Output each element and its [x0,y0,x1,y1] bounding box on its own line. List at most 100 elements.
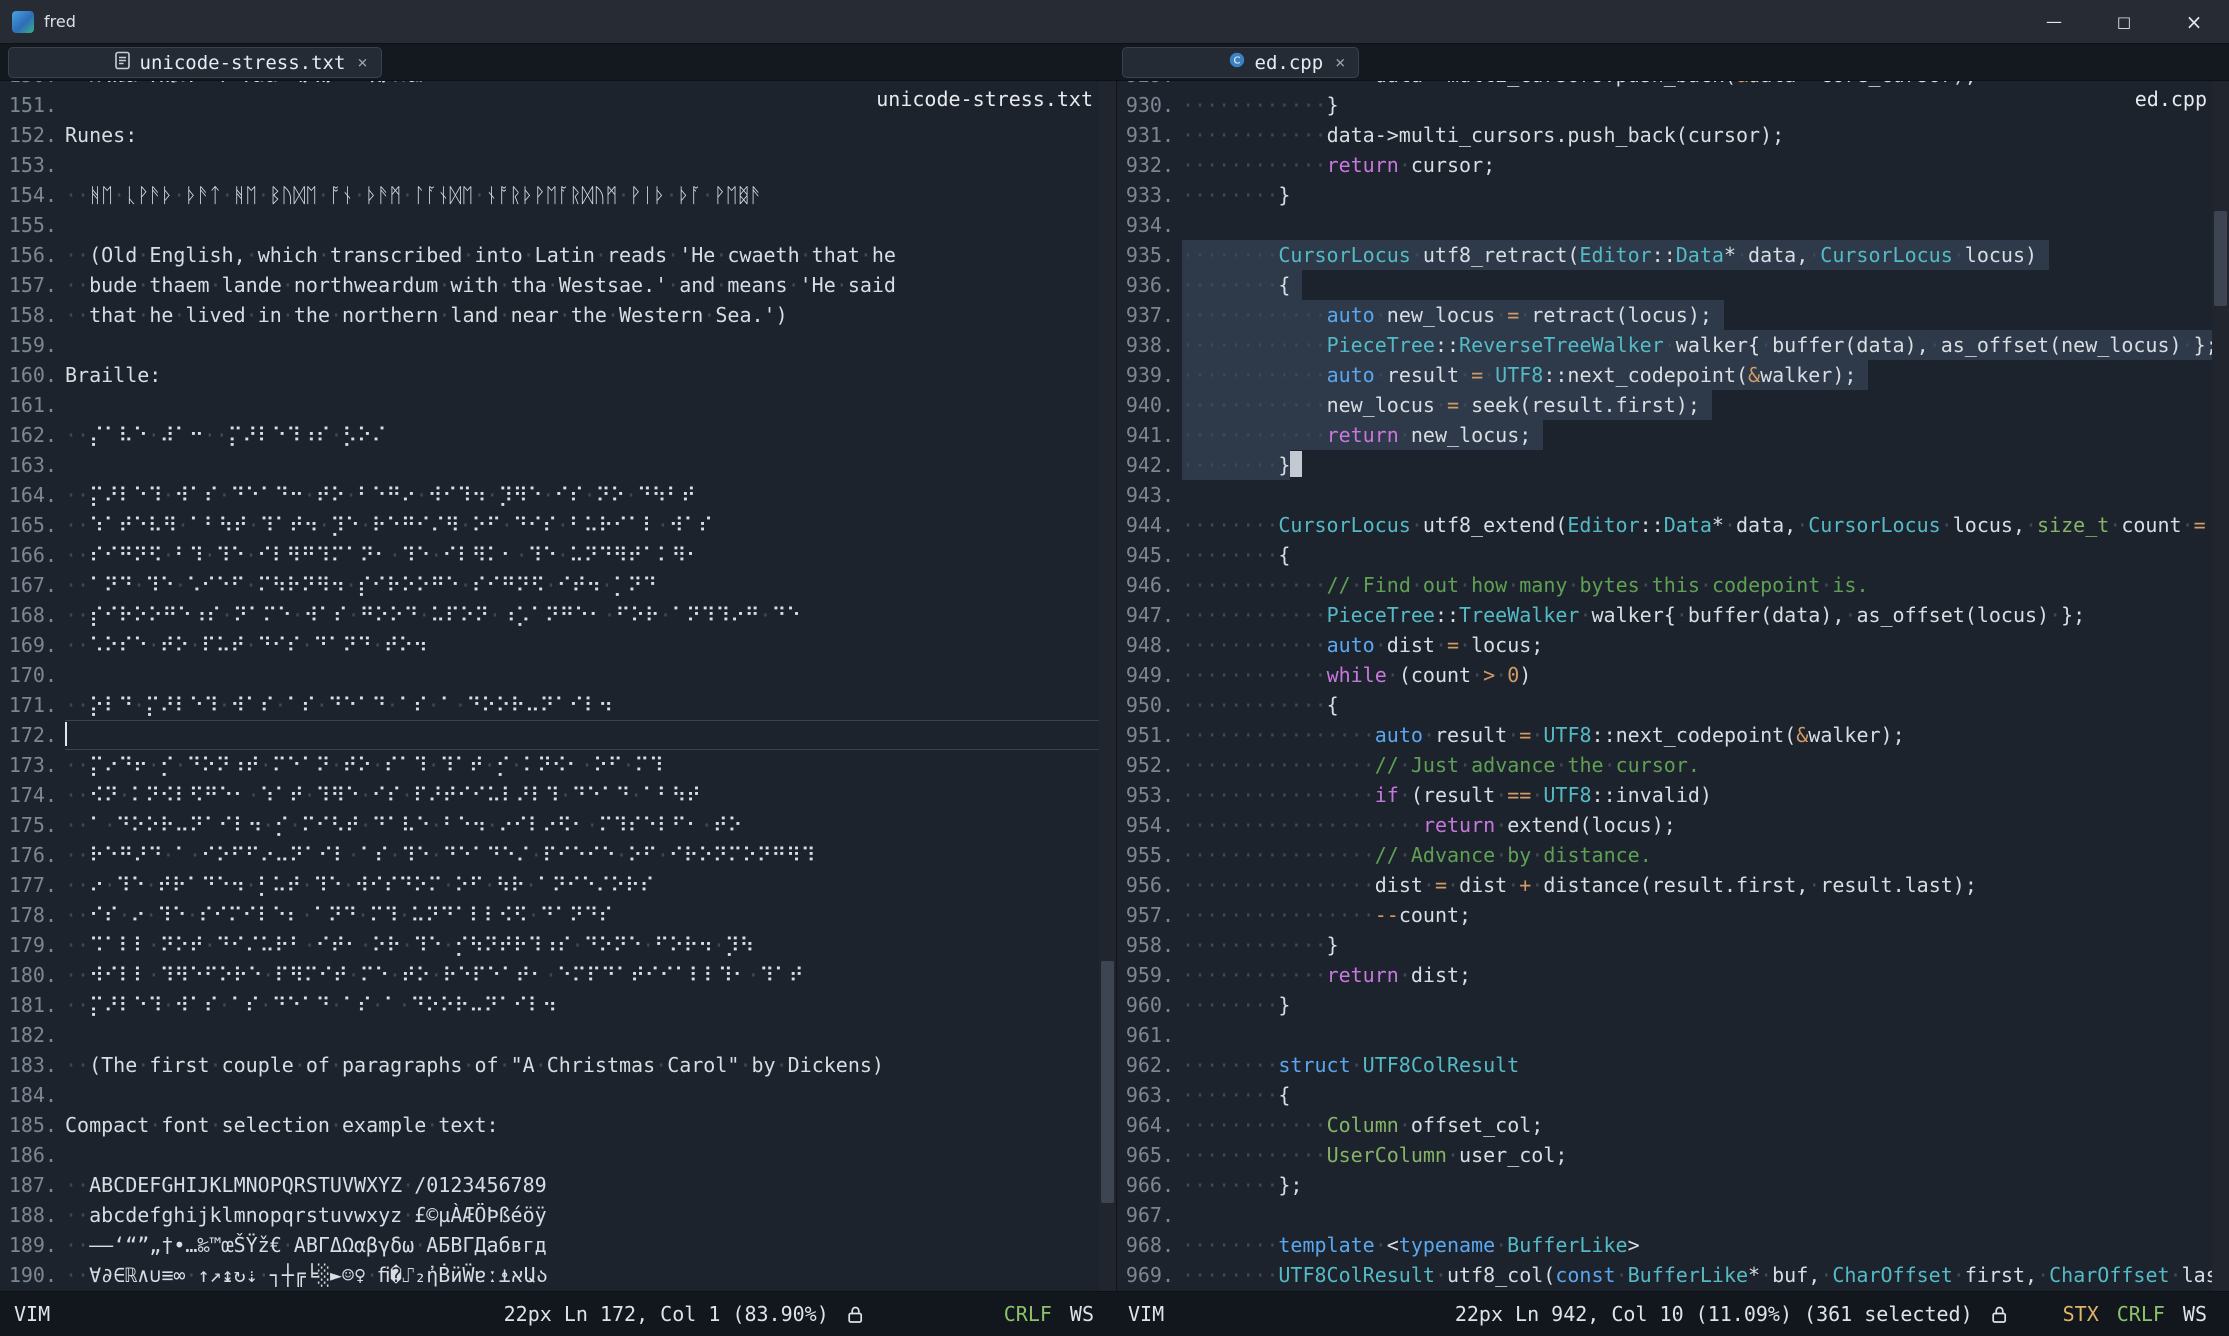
editor-line[interactable]: 165.··⠱⠁⠞⠑⠧⠻·⠁⠃⠳⠞·⠹⠁⠞⠲·⡹⠑·⠗⠑⠛⠊⠌⠻·⠕⠋·⠙⠊⠎·… [0,510,1099,540]
editor-line[interactable]: 942.········} [1117,450,2213,480]
right-editor-pane[interactable]: 929.················data->multi_cursors.… [1116,81,2213,1291]
editor-line[interactable]: 947.············PieceTree::TreeWalker·wa… [1117,600,2213,630]
editor-line[interactable]: 943. [1117,480,2213,510]
editor-line[interactable]: 182. [0,1020,1099,1050]
editor-line[interactable]: 953.················if·(result·==·UTF8::… [1117,780,2213,810]
close-button[interactable]: × [2159,0,2229,44]
editor-line[interactable]: 170. [0,660,1099,690]
editor-line[interactable]: 155. [0,210,1099,240]
editor-line[interactable]: 959.············return·dist; [1117,960,2213,990]
editor-line[interactable]: 941.············return·new_locus; [1117,420,2213,450]
editor-line[interactable]: 961. [1117,1020,2213,1050]
editor-line[interactable]: 181.··⡍⠜⠇⠑⠹·⠺⠁⠎·⠁⠎·⠙⠑⠁⠙·⠁⠎·⠁·⠙⠕⠕⠗⠤⠝⠁⠊⠇⠲ [0,990,1099,1020]
editor-line[interactable]: 937.············auto·new_locus·=·retract… [1117,300,2213,330]
editor-line[interactable]: 950.············{ [1117,690,2213,720]
editor-line[interactable]: 160.Braille: [0,360,1099,390]
editor-line[interactable]: 180.··⠺⠊⠇⠇·⠹⠻⠑⠋⠕⠗⠑·⠏⠻⠍⠊⠞·⠍⠑·⠞⠕·⠗⠑⠏⠑⠁⠞⠂·⠑… [0,960,1099,990]
editor-line[interactable]: 188.··abcdefghijklmnopqrstuvwxyz·£©µÀÆÖÞ… [0,1200,1099,1230]
editor-line[interactable]: 179.··⠩⠁⠇⠇·⠝⠕⠞·⠙⠊⠌⠥⠗⠃·⠊⠞⠂·⠕⠗·⠹⠑·⡊⠳⠝⠞⠗⠹⠰⠎… [0,930,1099,960]
editor-line[interactable]: 169.··⠡⠕⠎⠑·⠞⠕·⠏⠥⠞·⠙⠊⠎·⠙⠁⠝⠙·⠞⠕⠲ [0,630,1099,660]
editor-line[interactable]: 183.··(The·first·couple·of·paragraphs·of… [0,1050,1099,1080]
editor-line[interactable]: 958.············} [1117,930,2213,960]
editor-line[interactable]: 968.········template·<typename·BufferLik… [1117,1230,2213,1260]
left-scrollbar-thumb[interactable] [1101,961,1114,1203]
editor-line[interactable]: 954.····················return·extend(lo… [1117,810,2213,840]
editor-line[interactable]: 938.············PieceTree::ReverseTreeWa… [1117,330,2213,360]
editor-line[interactable]: 944.········CursorLocus·utf8_extend(Edit… [1117,510,2213,540]
editor-line[interactable]: 957.················--count; [1117,900,2213,930]
editor-line[interactable]: 964.············Column·offset_col; [1117,1110,2213,1140]
editor-line[interactable]: 178.··⠊⠎·⠔·⠹⠑·⠎⠊⠍⠊⠇⠑⠆·⠁⠝⠙·⠍⠹·⠥⠝⠙⠁⠇⠇⠪⠫·⠙⠁… [0,900,1099,930]
right-scrollbar-thumb[interactable] [2214,211,2227,306]
tab-close-icon[interactable]: × [1335,53,1345,73]
editor-line[interactable]: 933.········} [1117,180,2213,210]
tab-unicode-stress-txt[interactable]: unicode-stress.txt × [8,47,382,78]
tab-ed-cpp[interactable]: C ed.cpp × [1122,47,1359,78]
editor-line[interactable]: 952.················//·Just·advance·the·… [1117,750,2213,780]
editor-line[interactable]: 176.··⠗⠑⠛⠜⠙·⠁·⠊⠕⠋⠋⠔⠤⠝⠁⠊⠇·⠁⠎·⠹⠑·⠙⠑⠁⠙⠑⠌·⠏⠊… [0,840,1099,870]
editor-line[interactable]: 168.··⡎⠊⠗⠕⠕⠛⠑⠰⠎·⠝⠁⠍⠑·⠺⠁⠎·⠛⠕⠕⠙·⠥⠏⠕⠝·⠰⡡⠁⠝⠛… [0,600,1099,630]
editor-line[interactable]: 948.············auto·dist·=·locus; [1117,630,2213,660]
right-scrollbar[interactable] [2212,81,2229,1291]
editor-line[interactable]: 969.········UTF8ColResult·utf8_col(const… [1117,1260,2213,1290]
eol-indicator[interactable]: CRLF [1004,1302,1052,1326]
editor-line[interactable]: 175.··⠁·⠙⠕⠕⠗⠤⠝⠁⠊⠇⠲·⡊·⠍⠊⠣⠞·⠙⠁⠧⠑·⠃⠑⠲·⠔⠊⠇⠔⠫… [0,810,1099,840]
stx-indicator[interactable]: STX [2063,1302,2099,1326]
editor-line[interactable]: 161. [0,390,1099,420]
editor-line[interactable]: 162.··⡌⠁⠧⠑·⠼⠁⠒··⡍⠜⠇⠑⠹⠰⠎·⡣⠕⠌ [0,420,1099,450]
editor-line[interactable]: 174.··⠪⠝·⠅⠝⠪⠇⠫⠛⠑⠂·⠱⠁⠞·⠹⠻⠑·⠊⠎·⠏⠜⠞⠊⠊⠥⠇⠜⠇⠹·… [0,780,1099,810]
tab-close-icon[interactable]: × [357,53,367,73]
eol-indicator[interactable]: CRLF [2117,1302,2165,1326]
editor-line[interactable]: 966.········}; [1117,1170,2213,1200]
editor-line[interactable]: 163. [0,450,1099,480]
editor-line[interactable]: 965.············UserColumn·user_col; [1117,1140,2213,1170]
left-scrollbar[interactable] [1099,81,1116,1291]
editor-line[interactable]: 154.··ᚻᛖ·ᚳᚹᚫᚦ·ᚦᚫᛏ·ᚻᛖ·ᛒᚢᛞᛖ·ᚩᚾ·ᚦᚫᛗ·ᛚᚪᚾᛞᛖ·ᚾ… [0,180,1099,210]
editor-line[interactable]: 951.················auto·result·=·UTF8::… [1117,720,2213,750]
editor-line[interactable]: 932.············return·cursor; [1117,150,2213,180]
editor-line[interactable]: 956.················dist·=·dist·+·distan… [1117,870,2213,900]
editor-line[interactable]: 152.Runes: [0,120,1099,150]
editor-line[interactable]: 166.··⠎⠊⠛⠝⠫·⠃⠹·⠹⠑·⠊⠇⠻⠛⠹⠍⠁⠝⠂·⠹⠑·⠊⠇⠻⠅⠂·⠹⠑·… [0,540,1099,570]
editor-line[interactable]: 936.········{ [1117,270,2213,300]
editor-line[interactable]: 158.··that·he·lived·in·the·northern·land… [0,300,1099,330]
editor-line[interactable]: 929.················data->multi_cursors.… [1117,81,2213,90]
editor-line[interactable]: 187.··ABCDEFGHIJKLMNOPQRSTUVWXYZ·/012345… [0,1170,1099,1200]
editor-line[interactable]: 934. [1117,210,2213,240]
editor-line[interactable]: 190.··∀∂∈ℝ∧∪≡∞·↑↗↨↻⇣·┐┼╔╘░►☺♀·ﬁ�⑀₂ἠḂӥẄɐː… [0,1260,1099,1290]
whitespace-indicator[interactable]: WS [2183,1302,2207,1326]
editor-line[interactable]: 931.············data->multi_cursors.push… [1117,120,2213,150]
editor-line[interactable]: 940.············new_locus·=·seek(result.… [1117,390,2213,420]
title-bar[interactable]: fred — □ × [0,0,2229,44]
editor-line[interactable]: 946.············//·Find·out·how·many·byt… [1117,570,2213,600]
unlocked-icon[interactable] [847,1305,864,1324]
editor-line[interactable]: 177.··⠔·⠹⠑·⠞⠗⠁⠙⠑⠲·⡃⠥⠞·⠹⠑·⠺⠊⠎⠙⠕⠍·⠕⠋·⠳⠗·⠁⠝… [0,870,1099,900]
editor-line[interactable]: 967. [1117,1200,2213,1230]
editor-line[interactable]: 935.········CursorLocus·utf8_retract(Edi… [1117,240,2213,270]
editor-line[interactable]: 189.··–—‘“”„†•…‰™œŠŸž€·ΑΒΓΔΩαβγδω·АБВГДа… [0,1230,1099,1260]
whitespace-indicator[interactable]: WS [1070,1302,1094,1326]
editor-line[interactable]: 172. [0,720,1099,750]
editor-line[interactable]: 153. [0,150,1099,180]
editor-line[interactable]: 164.··⡍⠜⠇⠑⠹·⠺⠁⠎·⠙⠑⠁⠙⠒·⠞⠕·⠃⠑⠛⠔·⠺⠊⠹⠲·⡹⠻⠑·⠊… [0,480,1099,510]
editor-line[interactable]: 963.········{ [1117,1080,2213,1110]
editor-line[interactable]: 171.··⡕⠇⠙·⡍⠜⠇⠑⠹·⠺⠁⠎·⠁⠎·⠙⠑⠁⠙·⠁⠎·⠁·⠙⠕⠕⠗⠤⠝⠁… [0,690,1099,720]
editor-line[interactable]: 945.········{ [1117,540,2213,570]
minimize-button[interactable]: — [2019,0,2089,44]
unlocked-icon[interactable] [1991,1305,2008,1324]
editor-line[interactable]: 173.··⡍⠔⠙⠖·⡊·⠙⠕⠝⠰⠞·⠍⠑⠁⠝·⠞⠕·⠎⠁⠹·⠹⠁⠞·⡊·⠅⠝⠪… [0,750,1099,780]
editor-line[interactable]: 960.········} [1117,990,2213,1020]
editor-line[interactable]: 185.Compact·font·selection·example·text: [0,1110,1099,1140]
left-editor-pane[interactable]: 150.··እግዜር·የከፈተውን·ጉሮሮ·ሳይዘጋው·አይድርም።151.15… [0,81,1099,1291]
editor-line[interactable]: 955.················//·Advance·by·distan… [1117,840,2213,870]
maximize-button[interactable]: □ [2089,0,2159,44]
editor-line[interactable]: 949.············while·(count·>·0) [1117,660,2213,690]
editor-line[interactable]: 962.········struct·UTF8ColResult [1117,1050,2213,1080]
editor-line[interactable]: 184. [0,1080,1099,1110]
editor-line[interactable]: 156.··(Old·English,·which·transcribed·in… [0,240,1099,270]
editor-line[interactable]: 159. [0,330,1099,360]
editor-line[interactable]: 186. [0,1140,1099,1170]
editor-line[interactable]: 157.··bude·thaem·lande·northweardum·with… [0,270,1099,300]
editor-line[interactable]: 930.············} [1117,90,2213,120]
editor-line[interactable]: 939.············auto·result·=·UTF8::next… [1117,360,2213,390]
